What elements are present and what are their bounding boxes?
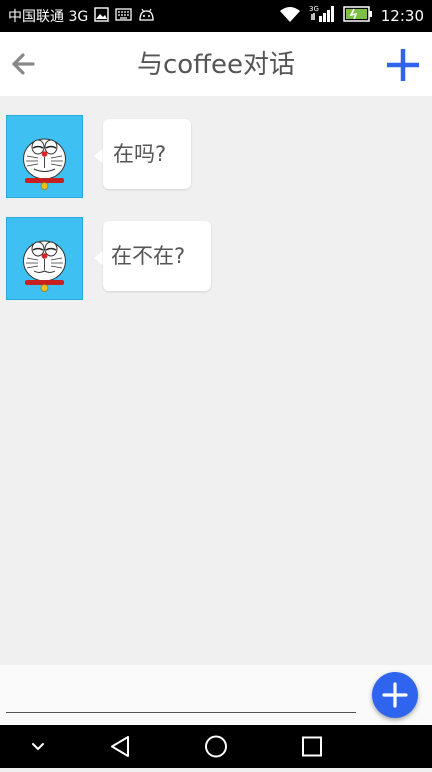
status-bar: 中国联通 3G 3G 12:30 <box>0 0 432 32</box>
clock: 12:30 <box>380 7 424 25</box>
image-icon <box>94 6 109 26</box>
app-bar: 与coffee对话 <box>0 32 432 96</box>
send-button[interactable] <box>372 672 418 718</box>
message-bubble[interactable]: 在不在? <box>103 221 211 291</box>
message-bubble[interactable]: 在吗? <box>103 119 191 189</box>
plus-icon <box>387 49 419 81</box>
nav-back-button[interactable] <box>90 725 150 768</box>
back-triangle-icon <box>111 736 129 757</box>
chevron-down-icon <box>32 743 44 751</box>
message-input[interactable] <box>6 673 356 713</box>
composer-bar <box>0 665 432 725</box>
message-text: 在吗? <box>113 142 167 166</box>
message-item: 在不在? <box>6 217 226 302</box>
keyboard-icon <box>115 7 132 25</box>
nav-recents-button[interactable] <box>282 725 342 768</box>
recents-square-icon <box>302 736 322 757</box>
carrier-label: 中国联通 3G <box>8 9 89 25</box>
message-item: 在吗? <box>6 115 206 200</box>
plus-icon <box>382 682 408 708</box>
navigation-bar <box>0 725 432 768</box>
doraemon-avatar[interactable] <box>6 115 83 198</box>
page-title: 与coffee对话 <box>136 50 296 80</box>
svg-text:3G: 3G <box>309 5 319 13</box>
message-text: 在不在? <box>111 244 186 268</box>
home-circle-icon <box>205 735 227 758</box>
wifi-icon <box>279 6 301 27</box>
hide-keyboard-button[interactable] <box>8 725 68 768</box>
add-button[interactable] <box>384 46 422 84</box>
nav-home-button[interactable] <box>186 725 246 768</box>
battery-icon <box>343 6 373 26</box>
android-icon <box>138 8 155 25</box>
doraemon-avatar[interactable] <box>6 217 83 300</box>
signal-icon: 3G <box>309 4 335 28</box>
